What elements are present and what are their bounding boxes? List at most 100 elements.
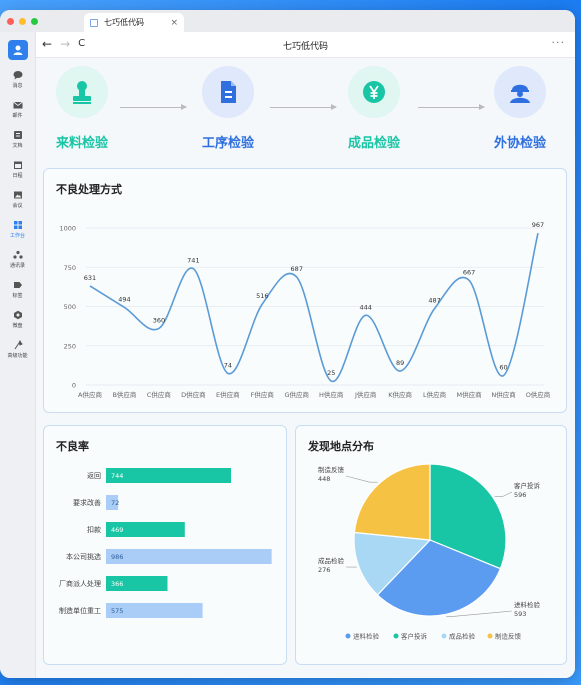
sidebar-item-label: 文档 xyxy=(12,143,23,149)
data-label: 741 xyxy=(187,257,199,265)
window-controls xyxy=(7,17,38,25)
sidebar-item[interactable]: 会议 xyxy=(0,186,35,216)
sparkle-icon xyxy=(13,339,23,350)
sidebar-item-label: 消息 xyxy=(12,83,23,89)
step-incoming-inspection[interactable]: 来料检验 xyxy=(42,66,122,151)
image-icon xyxy=(13,190,23,200)
bar-value-label: 72 xyxy=(111,499,119,507)
step-arrow xyxy=(270,104,337,110)
sidebar-item[interactable]: 微盘 xyxy=(0,306,35,336)
step-label: 来料检验 xyxy=(55,136,108,151)
slice-name-label: 进料检验 xyxy=(514,600,541,609)
x-tick-label: L供应商 xyxy=(423,390,447,399)
contacts-icon xyxy=(12,250,23,260)
legend-marker xyxy=(487,633,493,639)
x-tick-label: G供应商 xyxy=(284,390,309,399)
close-icon[interactable]: × xyxy=(170,18,178,28)
legend-marker xyxy=(345,633,351,639)
label-leader-line xyxy=(494,491,513,497)
data-label: 360 xyxy=(153,316,165,324)
sidebar-item-label: 会议 xyxy=(12,203,23,209)
legend-marker xyxy=(441,633,447,639)
more-button[interactable]: ··· xyxy=(552,36,566,49)
x-tick-label: K供应商 xyxy=(388,390,412,399)
yen-icon xyxy=(363,81,385,103)
step-finished-inspection[interactable]: 成品检验 xyxy=(334,66,414,151)
calendar-icon xyxy=(13,160,23,170)
data-label: 667 xyxy=(463,268,475,276)
sidebar-item-label: 标签 xyxy=(12,293,23,299)
maximize-window-button[interactable] xyxy=(31,17,38,25)
minimize-window-button[interactable] xyxy=(19,17,26,25)
data-label: 516 xyxy=(256,292,268,300)
pie-chart: 客户投诉596进料检验593成品检验276制造反馈448进料检验 客户投诉 成品检验… xyxy=(318,463,541,641)
step-arrow xyxy=(120,104,187,110)
x-tick-label: O供应商 xyxy=(526,390,551,399)
sidebar-item-label: 邮件 xyxy=(12,113,23,119)
y-tick-label: 250 xyxy=(64,342,76,350)
slice-name-label: 成品检验 xyxy=(318,556,345,565)
y-tick-label: 1000 xyxy=(59,225,76,233)
document-icon xyxy=(221,81,236,103)
x-tick-label: A供应商 xyxy=(78,390,102,399)
step-icon-bg xyxy=(348,66,400,118)
bar-value-label: 575 xyxy=(111,607,123,615)
sidebar-item[interactable]: 日程 xyxy=(0,156,35,186)
step-icon-bg xyxy=(494,66,546,118)
category-label: 厂商派人处理 xyxy=(59,579,101,588)
data-label: 25 xyxy=(327,369,335,377)
x-tick-label: N供应商 xyxy=(491,390,516,399)
sidebar-item[interactable]: 工作台 xyxy=(0,216,35,246)
bar-chart-card: 不良率 返回 744 要求改善 72 扣款 469 本公司挑选 986 厂商派人处理 366 制造单… xyxy=(43,425,287,665)
chat-icon xyxy=(13,70,23,80)
sidebar-item[interactable]: 标签 xyxy=(0,276,35,306)
browser-toolbar: ← → C 七巧低代码 ··· xyxy=(36,32,575,58)
sidebar-item-label: 工作台 xyxy=(9,233,25,239)
user-icon xyxy=(13,45,22,55)
sidebar-item[interactable]: 邮件 xyxy=(0,96,35,126)
legend-label[interactable]: 制造反馈 xyxy=(495,632,522,641)
tab-bar: 七巧低代码 × xyxy=(0,10,575,32)
sidebar-item[interactable]: 通讯录 xyxy=(0,246,35,276)
doc-icon xyxy=(13,130,23,140)
data-label: 487 xyxy=(428,297,440,305)
sidebar-item-label: 日程 xyxy=(12,173,23,179)
bar[interactable] xyxy=(106,468,231,483)
bar-value-label: 469 xyxy=(111,526,123,534)
bar[interactable] xyxy=(106,549,272,564)
y-tick-label: 0 xyxy=(72,382,76,390)
legend-label[interactable]: 进料检验 xyxy=(353,632,380,641)
tab-title: 七巧低代码 xyxy=(104,18,144,27)
sidebar-item[interactable]: 高级功能 xyxy=(0,336,35,366)
pie-slice[interactable] xyxy=(353,463,431,541)
x-tick-label: J供应商 xyxy=(354,390,377,399)
slice-value-label: 448 xyxy=(318,475,330,483)
category-label: 本公司挑选 xyxy=(66,552,101,561)
legend-label[interactable]: 成品检验 xyxy=(449,632,476,641)
close-window-button[interactable] xyxy=(7,17,14,25)
category-label: 扣款 xyxy=(87,525,101,534)
sidebar-item-label: 通讯录 xyxy=(9,263,25,269)
sidebar-item-label: 高级功能 xyxy=(7,353,28,359)
x-tick-label: B供应商 xyxy=(112,390,136,399)
slice-name-label: 制造反馈 xyxy=(318,465,345,474)
sidebar: 消息邮件文档日程会议工作台通讯录标签微盘高级功能 xyxy=(0,32,36,678)
data-label: 494 xyxy=(118,295,130,303)
sidebar-item[interactable]: 消息 xyxy=(0,66,35,96)
app-logo[interactable] xyxy=(7,40,28,60)
slice-value-label: 276 xyxy=(318,566,330,574)
series-line xyxy=(89,232,539,382)
step-process-inspection[interactable]: 工序检验 xyxy=(188,66,268,151)
sidebar-item[interactable]: 文档 xyxy=(0,126,35,156)
line-chart: 0 250 500 750 1000 631 A供应商 494 B供应商 360 C供应商 741 D供… xyxy=(59,221,551,399)
browser-tab[interactable]: 七巧低代码 × xyxy=(84,13,184,32)
inspection-steps: 来料检验 工序检验 成品检验 外协检验 xyxy=(36,58,575,162)
legend-label[interactable]: 客户投诉 xyxy=(401,632,428,641)
step-outsourcing-inspection[interactable]: 外协检验 xyxy=(480,66,560,151)
data-label: 89 xyxy=(396,359,404,367)
category-label: 返回 xyxy=(87,472,101,480)
bar-value-label: 986 xyxy=(111,553,123,561)
tag-icon xyxy=(13,280,23,290)
step-label: 外协检验 xyxy=(493,136,546,151)
y-tick-label: 750 xyxy=(64,264,76,272)
